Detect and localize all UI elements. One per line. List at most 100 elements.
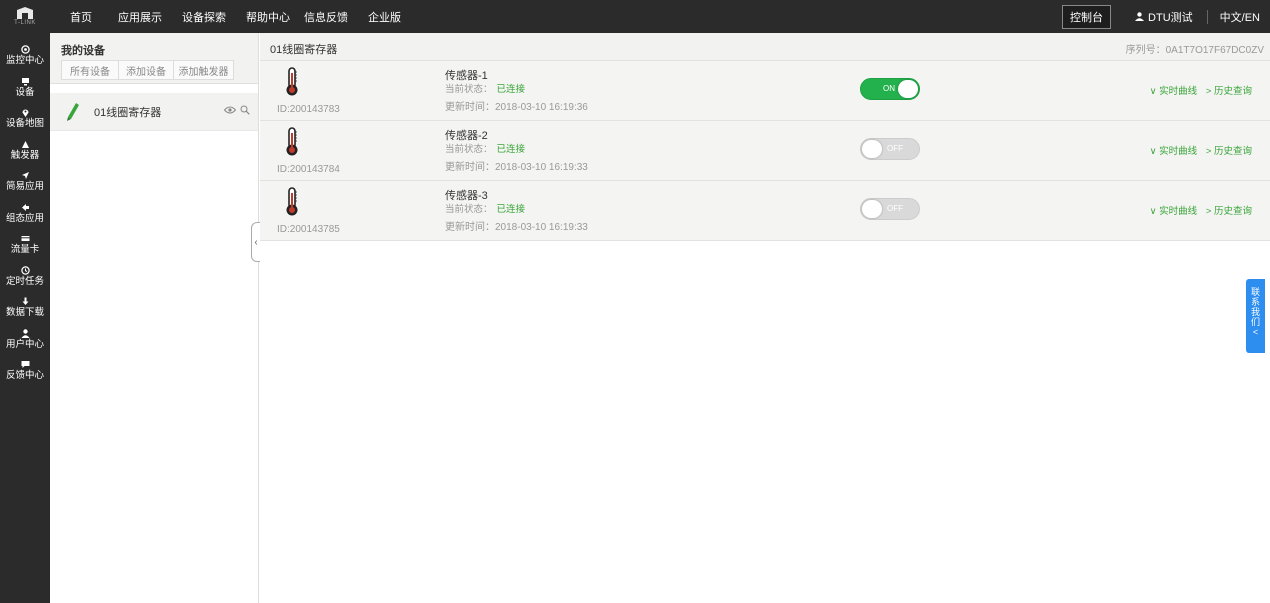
- console-button[interactable]: 控制台: [1062, 4, 1112, 29]
- user-name: DTU测试: [1148, 11, 1193, 24]
- sidebar: 监控中心 设备 设备地图 触发器 简易应用 组态应用 流量卡 定时任务 数据下载…: [0, 33, 50, 603]
- page-title: 01线圈寄存器: [270, 44, 338, 56]
- trigger-icon: [21, 140, 29, 148]
- thermometer-icon: [286, 67, 298, 96]
- tab-all-devices[interactable]: 所有设备: [61, 60, 119, 80]
- logo-text: T-LINK: [14, 19, 36, 26]
- sensor-update-time: 更新时间：2018-03-10 16:19:36: [445, 102, 588, 113]
- sensor-links: ∨ 实时曲线 > 历史查询: [1150, 143, 1252, 157]
- device-icon: [21, 77, 29, 86]
- sidebar-item-config-app[interactable]: 组态应用: [0, 198, 50, 230]
- sensor-id: ID:200143784: [277, 164, 340, 175]
- sidebar-item-simple-app[interactable]: 简易应用: [0, 166, 50, 198]
- sidebar-item-scheduled-task[interactable]: 定时任务: [0, 261, 50, 293]
- send-icon: [21, 172, 29, 180]
- sensor-update-time: 更新时间：2018-03-10 16:19:33: [445, 162, 588, 173]
- history-query-link[interactable]: > 历史查询: [1206, 146, 1252, 157]
- sensor-row: ID:200143785 传感器-3 当前状态： 已连接 更新时间：2018-03…: [260, 181, 1270, 241]
- sensor-switch[interactable]: ON: [860, 78, 920, 100]
- thermometer-icon: [286, 187, 298, 216]
- sidebar-item-data-download[interactable]: 数据下载: [0, 292, 50, 324]
- sidebar-label: 数据下载: [5, 307, 44, 319]
- device-tabs: 所有设备 添加设备 添加触发器: [50, 60, 258, 84]
- sidebar-label: 反馈中心: [5, 370, 44, 382]
- nav-device-explore[interactable]: 设备探索: [182, 9, 226, 25]
- sensor-status: 当前状态： 已连接: [445, 201, 525, 215]
- device-name: 01线圈寄存器: [94, 106, 162, 119]
- contact-char: 我: [1250, 307, 1260, 317]
- realtime-curve-link[interactable]: ∨ 实时曲线: [1150, 146, 1198, 157]
- history-query-link[interactable]: > 历史查询: [1206, 86, 1252, 97]
- nav-enterprise[interactable]: 企业版: [368, 9, 401, 25]
- chevron-left-icon: <: [1252, 327, 1259, 337]
- top-bar: T-LINK 首页 应用展示 设备探索 帮助中心 信息反馈 企业版 控制台 DT…: [0, 0, 1270, 33]
- history-query-link[interactable]: > 历史查询: [1206, 206, 1252, 217]
- contact-us-button[interactable]: 联 系 我 们 <: [1246, 279, 1265, 353]
- monitor-icon: [20, 45, 30, 54]
- sidebar-label: 定时任务: [5, 275, 44, 287]
- tab-add-trigger[interactable]: 添加触发器: [173, 60, 234, 80]
- realtime-curve-link[interactable]: ∨ 实时曲线: [1150, 86, 1198, 97]
- sidebar-label: 组态应用: [5, 212, 44, 224]
- sidebar-label: 简易应用: [5, 181, 44, 193]
- sidebar-item-data-card[interactable]: 流量卡: [0, 229, 50, 261]
- sensor-links: ∨ 实时曲线 > 历史查询: [1150, 83, 1252, 97]
- contact-char: 联: [1250, 287, 1260, 297]
- sensor-row: ID:200143784 传感器-2 当前状态： 已连接 更新时间：2018-03…: [260, 121, 1270, 181]
- sensor-status: 当前状态： 已连接: [445, 141, 525, 155]
- sidebar-label: 触发器: [10, 149, 40, 161]
- main-nav: 首页 应用展示 设备探索 帮助中心 信息反馈 企业版: [70, 0, 421, 33]
- arrow-left-icon: [21, 203, 29, 211]
- sidebar-item-monitor[interactable]: 监控中心: [0, 40, 50, 72]
- contact-char: 系: [1250, 297, 1260, 307]
- status-value: 已连接: [496, 204, 526, 215]
- tab-add-device[interactable]: 添加设备: [118, 60, 174, 80]
- sidebar-item-device-map[interactable]: 设备地图: [0, 103, 50, 135]
- device-panel-title: 我的设备: [50, 33, 258, 60]
- card-icon: [21, 236, 29, 242]
- switch-label: OFF: [887, 204, 903, 213]
- collapse-panel-button[interactable]: ‹: [251, 222, 260, 262]
- sensor-row: ID:200143783 传感器-1 当前状态： 已连接 更新时间：2018-03…: [260, 61, 1270, 121]
- download-icon: [22, 297, 28, 306]
- status-label: 当前状态：: [445, 84, 493, 95]
- device-panel: 我的设备 所有设备 添加设备 添加触发器 01线圈寄存器: [50, 33, 259, 603]
- pencil-icon: [67, 102, 79, 121]
- sensor-links: ∨ 实时曲线 > 历史查询: [1150, 203, 1252, 217]
- search-icon[interactable]: [240, 105, 250, 115]
- sidebar-item-feedback-center[interactable]: 反馈中心: [0, 355, 50, 387]
- sensor-switch[interactable]: OFF: [860, 198, 920, 220]
- language-switch[interactable]: 中文/EN: [1220, 9, 1260, 25]
- thermometer-icon: [286, 127, 298, 156]
- list-item[interactable]: 01线圈寄存器: [50, 93, 258, 131]
- user-icon: [21, 329, 29, 338]
- map-pin-icon: [22, 109, 28, 118]
- realtime-curve-link[interactable]: ∨ 实时曲线: [1150, 206, 1198, 217]
- nav-home[interactable]: 首页: [70, 9, 92, 25]
- sensor-switch[interactable]: OFF: [860, 138, 920, 160]
- main-content: 01线圈寄存器 序列号：0A1T7O17F67DC0ZV ID:20014378…: [260, 33, 1270, 603]
- spacer: [50, 84, 258, 93]
- sensor-update-time: 更新时间：2018-03-10 16:19:33: [445, 222, 588, 233]
- sidebar-item-user-center[interactable]: 用户中心: [0, 324, 50, 356]
- sidebar-label: 设备: [15, 86, 35, 98]
- sensor-id: ID:200143783: [277, 104, 340, 115]
- nav-feedback[interactable]: 信息反馈: [304, 9, 348, 25]
- sidebar-label: 流量卡: [10, 244, 40, 256]
- nav-help-center[interactable]: 帮助中心: [246, 9, 290, 25]
- sensor-status: 当前状态： 已连接: [445, 81, 525, 95]
- sidebar-item-trigger[interactable]: 触发器: [0, 135, 50, 167]
- switch-label: ON: [883, 84, 895, 93]
- sidebar-label: 用户中心: [5, 338, 44, 350]
- nav-app-showcase[interactable]: 应用展示: [118, 9, 162, 25]
- switch-knob: [862, 200, 882, 218]
- sidebar-item-device[interactable]: 设备: [0, 72, 50, 104]
- user-menu[interactable]: DTU测试: [1135, 9, 1193, 25]
- sidebar-label: 设备地图: [5, 118, 44, 130]
- status-label: 当前状态：: [445, 144, 493, 155]
- main-header: 01线圈寄存器 序列号：0A1T7O17F67DC0ZV: [260, 33, 1270, 61]
- logo[interactable]: T-LINK: [0, 0, 50, 33]
- sidebar-label: 监控中心: [5, 55, 44, 67]
- eye-icon[interactable]: [224, 106, 236, 114]
- divider: [1206, 9, 1208, 24]
